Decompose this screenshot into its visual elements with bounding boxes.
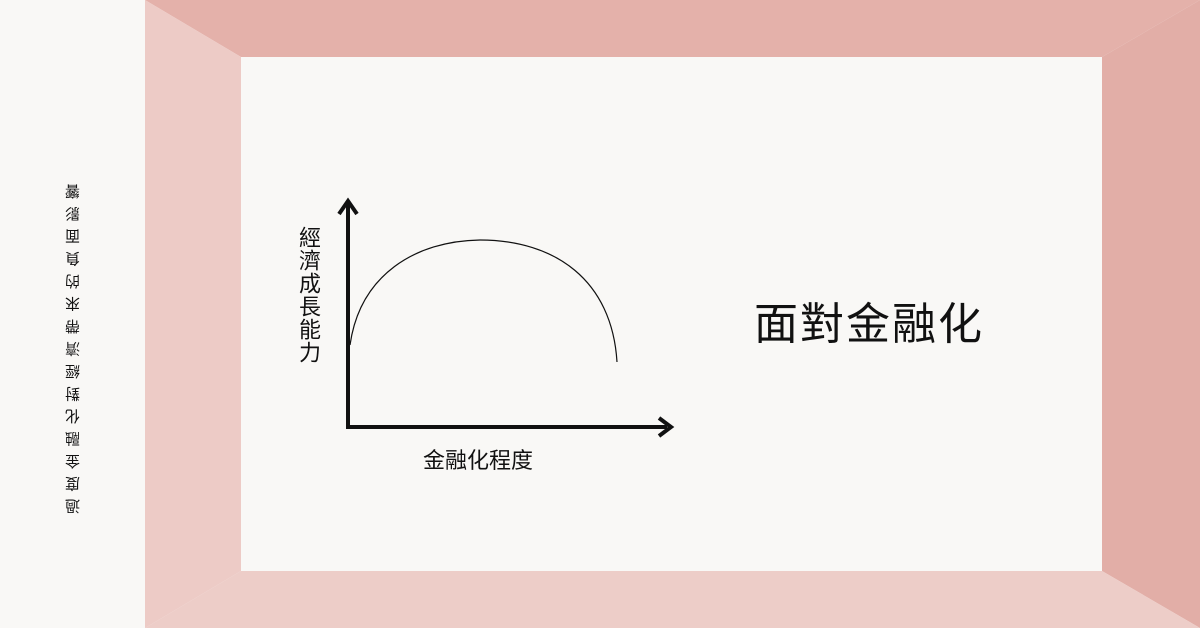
y-axis-label: 經濟成長能力 — [295, 226, 320, 364]
growth-diagram — [337, 197, 675, 438]
growth-curve — [349, 239, 618, 363]
headline: 面對金融化 — [754, 299, 984, 350]
x-axis-label: 金融化程度 — [423, 449, 534, 474]
